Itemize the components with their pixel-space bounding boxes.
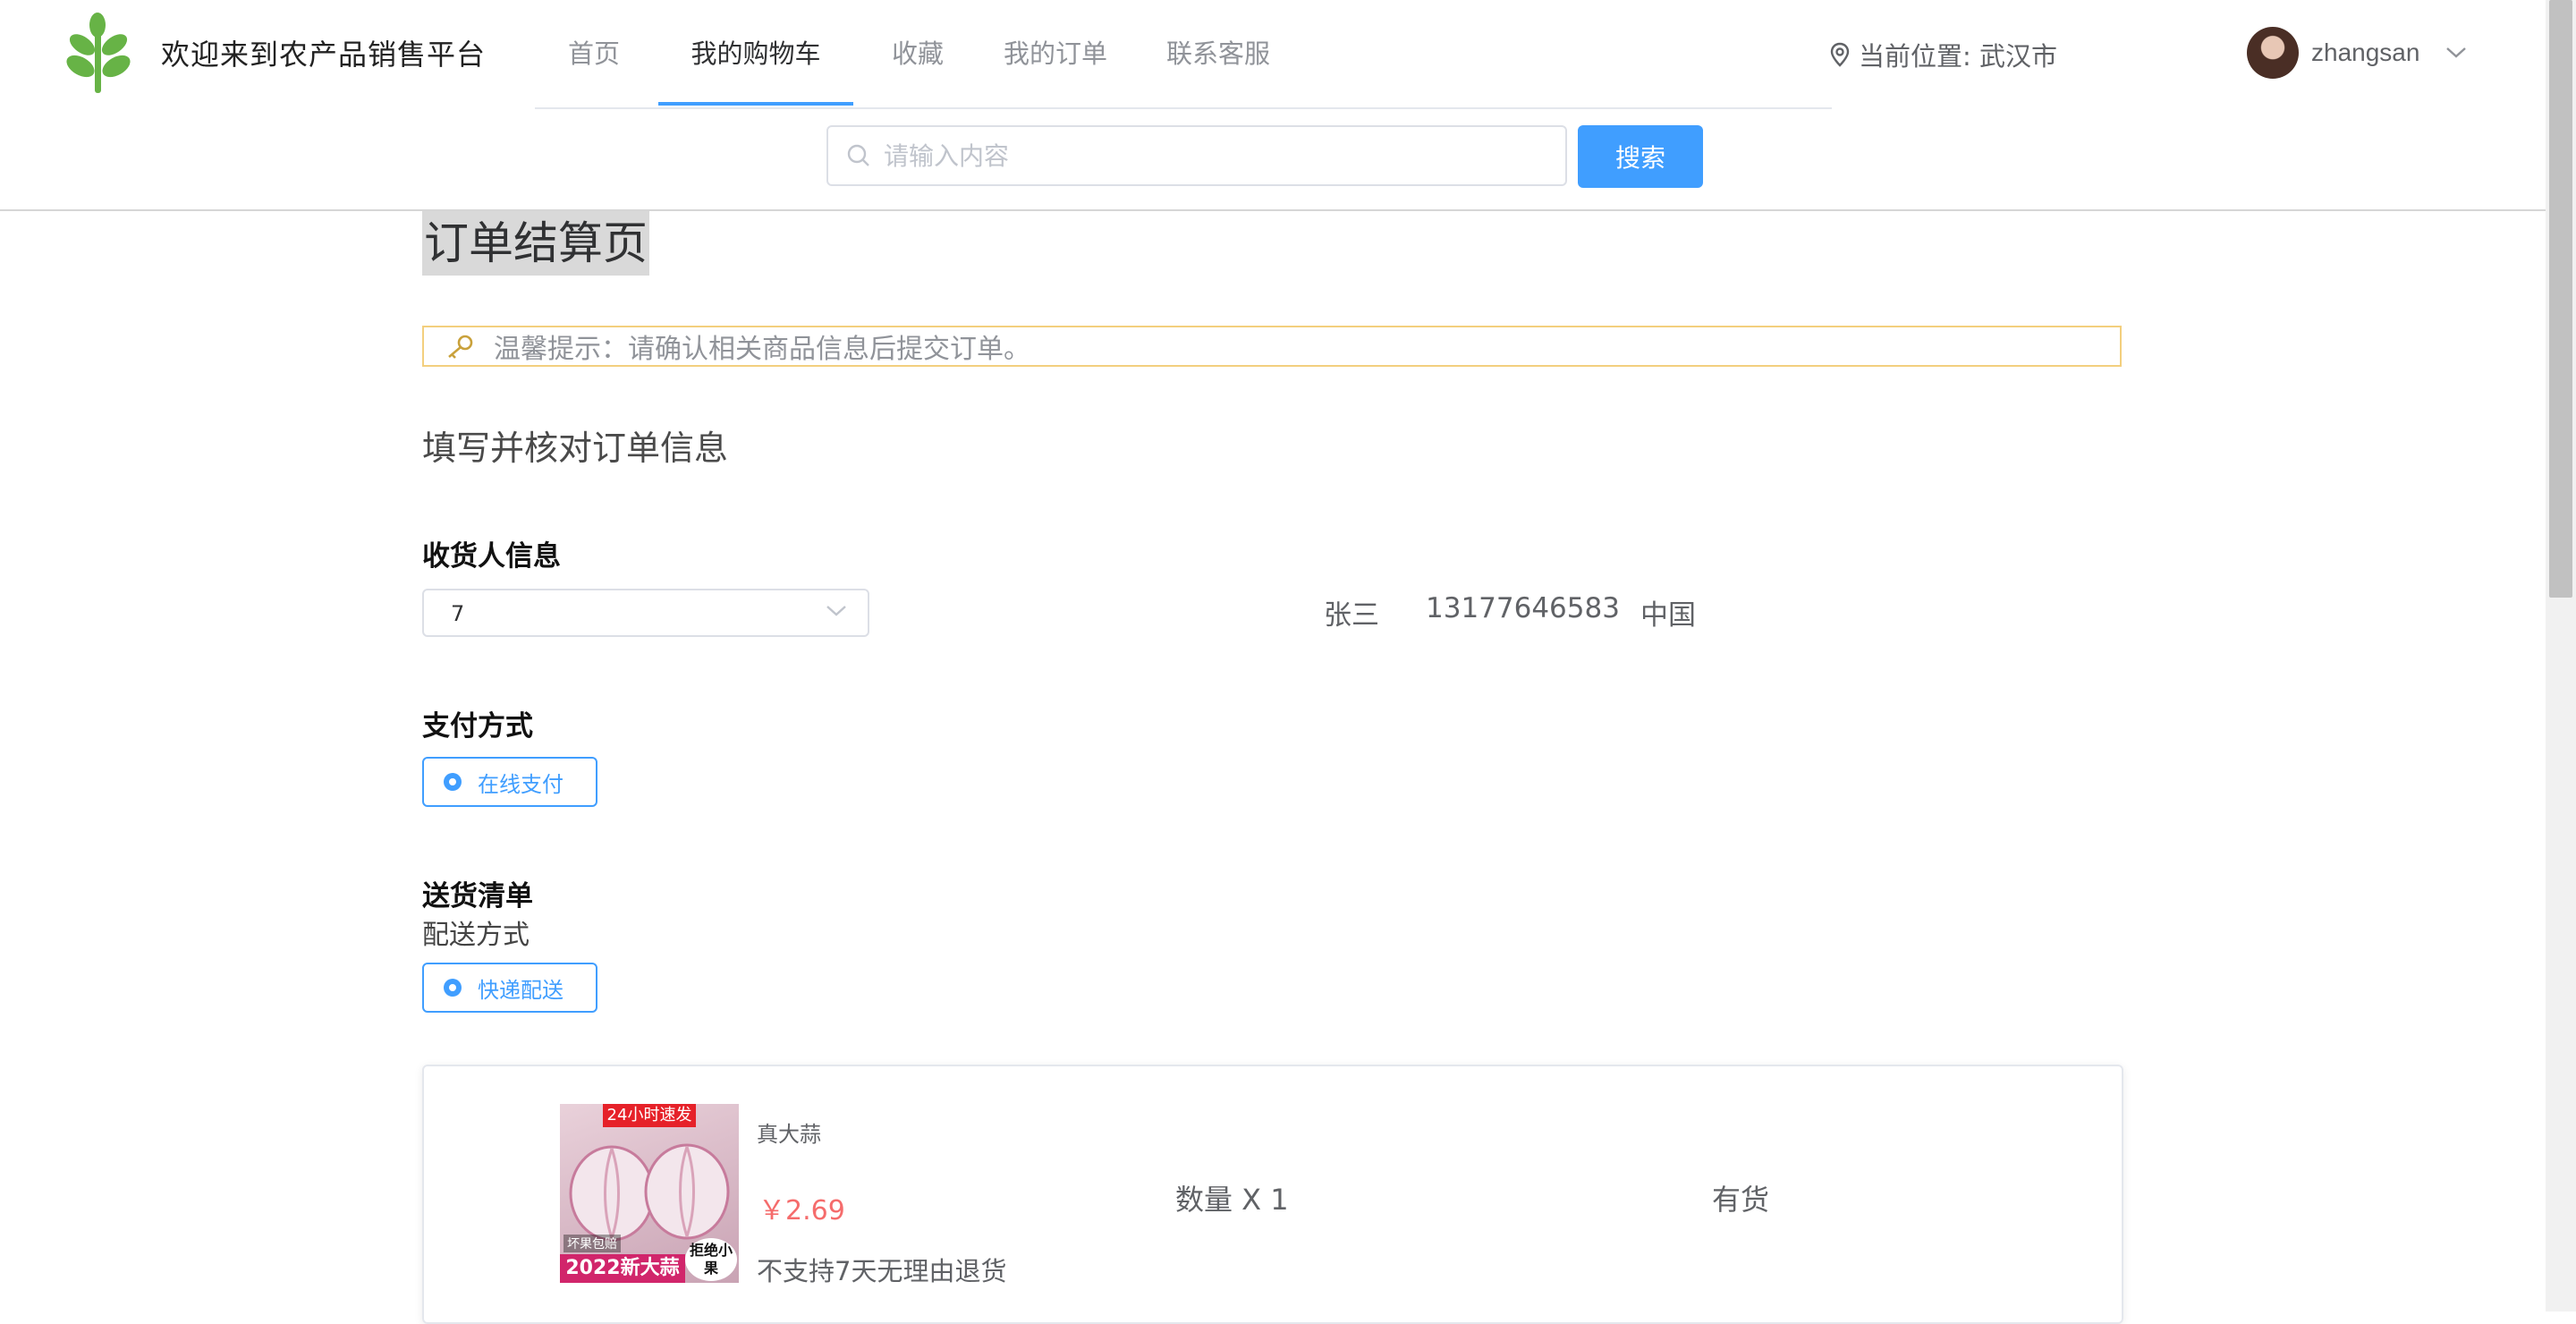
avatar[interactable] xyxy=(2247,27,2299,79)
scrollbar[interactable] xyxy=(2546,0,2576,1311)
receiver-select[interactable]: 7 xyxy=(422,589,869,637)
delivery-method-label: 配送方式 xyxy=(422,920,530,951)
product-quantity: 数量 X 1 xyxy=(1175,1183,1289,1217)
delivery-express-radio[interactable]: 快递配送 xyxy=(422,963,597,1013)
page-title: 订单结算页 xyxy=(422,211,649,276)
location-pin-icon xyxy=(1830,42,1850,67)
receiver-name: 张三 xyxy=(1324,599,1379,632)
nav-my-orders[interactable]: 我的订单 xyxy=(993,0,1118,106)
payment-online-radio[interactable]: 在线支付 xyxy=(422,757,597,807)
nav-home[interactable]: 首页 xyxy=(560,0,628,106)
delivery-option-label: 快递配送 xyxy=(478,977,564,1003)
search-button[interactable]: 搜索 xyxy=(1578,125,1703,188)
site-title: 欢迎来到农产品销售平台 xyxy=(161,38,487,72)
search-input[interactable] xyxy=(882,140,1547,172)
chevron-down-icon[interactable] xyxy=(2445,46,2468,60)
receiver-phone: 13177646583 xyxy=(1426,592,1620,624)
product-badge-round: 拒绝小果 xyxy=(685,1238,737,1281)
receiver-select-value: 7 xyxy=(451,601,465,626)
product-image[interactable]: 24小时速发 坏果包赔 2022新大蒜 拒绝小果 xyxy=(560,1104,739,1283)
nav-customer-service[interactable]: 联系客服 xyxy=(1156,0,1281,106)
product-badge-bottom: 2022新大蒜 xyxy=(560,1254,685,1283)
order-item-card: 24小时速发 坏果包赔 2022新大蒜 拒绝小果 真大蒜 ￥2.69 不支持7天… xyxy=(422,1065,2123,1324)
top-header: 欢迎来到农产品销售平台 首页 我的购物车 收藏 我的订单 联系客服 当前位置: … xyxy=(0,0,2546,211)
scrollbar-thumb[interactable] xyxy=(2549,0,2572,598)
username[interactable]: zhangsan xyxy=(2311,38,2419,67)
location-text: 当前位置: 武汉市 xyxy=(1859,41,2057,72)
product-return-note: 不支持7天无理由退货 xyxy=(757,1256,1007,1286)
tip-text: 温馨提示：请确认相关商品信息后提交订单。 xyxy=(494,334,1030,365)
section-title: 填写并核对订单信息 xyxy=(422,429,729,468)
user-menu[interactable]: zhangsan xyxy=(2247,27,2468,79)
key-icon xyxy=(448,335,473,359)
chevron-down-icon xyxy=(826,606,846,616)
main-nav: 首页 我的购物车 收藏 我的订单 联系客服 xyxy=(535,0,1832,109)
receiver-region: 中国 xyxy=(1640,599,1696,632)
nav-favorites[interactable]: 收藏 xyxy=(884,0,952,106)
payment-label: 支付方式 xyxy=(422,710,533,743)
radio-checked-icon xyxy=(444,979,462,997)
radio-checked-icon xyxy=(444,773,462,791)
tip-alert: 温馨提示：请确认相关商品信息后提交订单。 xyxy=(422,326,2122,367)
leaf-logo-icon[interactable] xyxy=(64,13,132,95)
receiver-label: 收货人信息 xyxy=(422,540,561,573)
product-badge-small: 坏果包赔 xyxy=(564,1235,621,1252)
delivery-label: 送货清单 xyxy=(422,880,533,912)
search-icon xyxy=(847,144,869,166)
payment-option-label: 在线支付 xyxy=(478,771,564,797)
product-price: ￥2.69 xyxy=(758,1195,845,1226)
search-box xyxy=(826,125,1567,186)
product-stock-status: 有货 xyxy=(1712,1183,1770,1217)
nav-cart[interactable]: 我的购物车 xyxy=(658,0,853,106)
product-name[interactable]: 真大蒜 xyxy=(757,1116,821,1148)
current-location[interactable]: 当前位置: 武汉市 xyxy=(1830,36,2057,73)
